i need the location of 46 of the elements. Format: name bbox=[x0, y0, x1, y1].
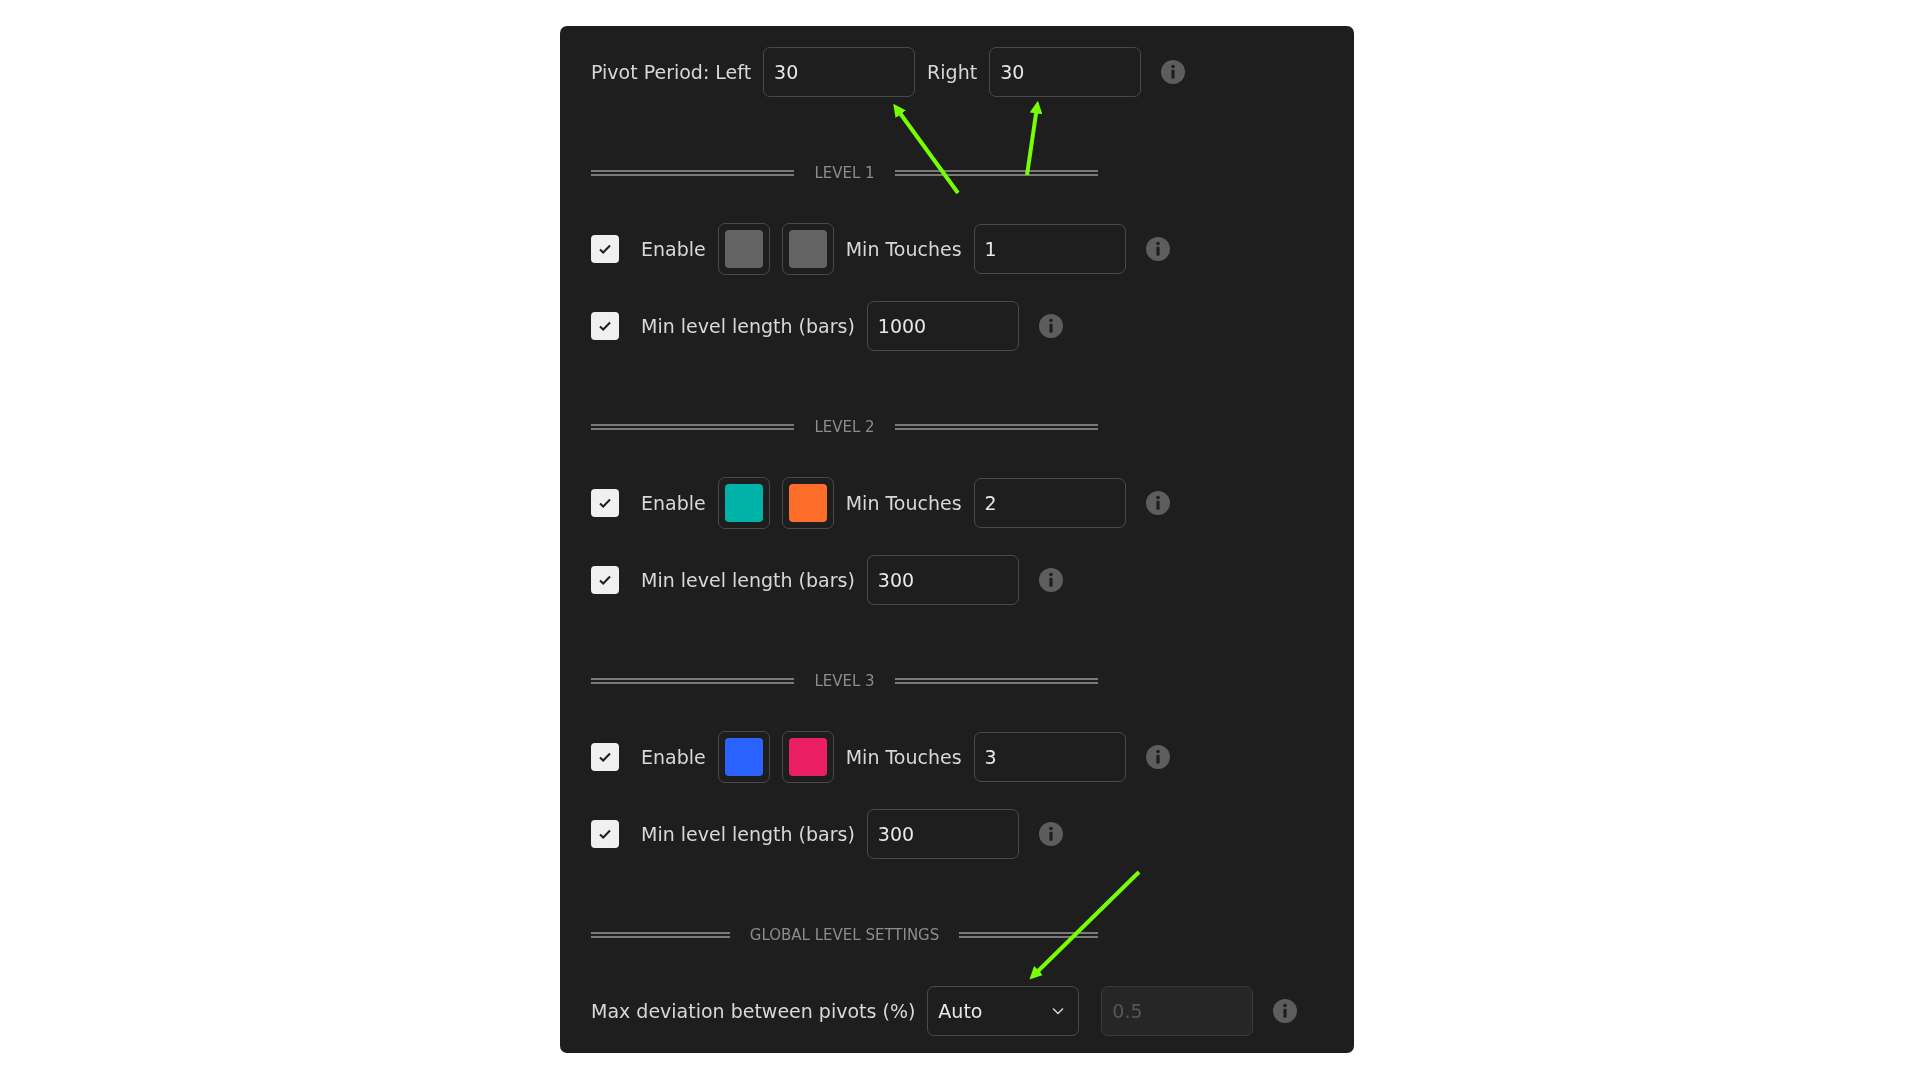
mode-dropdown[interactable]: Auto bbox=[927, 986, 1080, 1036]
checkbox[interactable] bbox=[591, 489, 619, 517]
section-heading: GLOBAL LEVEL SETTINGS bbox=[749, 926, 940, 944]
color-swatch-button[interactable] bbox=[717, 477, 770, 529]
section-heading: LEVEL 3 bbox=[814, 672, 875, 690]
min-touches-label: Min Touches bbox=[845, 492, 962, 514]
checkbox[interactable] bbox=[591, 566, 619, 594]
color-swatch-button[interactable] bbox=[717, 223, 770, 275]
info-icon[interactable] bbox=[1273, 999, 1298, 1023]
pivot-right-input[interactable]: 30 bbox=[989, 47, 1142, 97]
enable-label: Enable bbox=[641, 746, 706, 768]
info-icon[interactable] bbox=[1038, 822, 1063, 846]
min-level-length-label: Min level length (bars) bbox=[641, 315, 855, 337]
min-level-length-input[interactable]: 1000 bbox=[866, 301, 1019, 351]
pivot-left-input[interactable]: 30 bbox=[763, 47, 916, 97]
info-icon[interactable] bbox=[1038, 568, 1063, 592]
checkbox[interactable] bbox=[591, 235, 619, 263]
pivot-right-label: Right bbox=[927, 61, 978, 83]
min-level-length-label: Min level length (bars) bbox=[641, 823, 855, 845]
section-heading: LEVEL 2 bbox=[814, 418, 875, 436]
min-level-length-input[interactable]: 300 bbox=[866, 809, 1019, 859]
min-level-length-input[interactable]: 300 bbox=[866, 555, 1019, 605]
checkbox[interactable] bbox=[591, 820, 619, 848]
color-swatch-button[interactable] bbox=[781, 731, 834, 783]
min-touches-label: Min Touches bbox=[845, 238, 962, 260]
min-touches-input[interactable]: 1 bbox=[973, 224, 1126, 274]
min-touches-label: Min Touches bbox=[845, 746, 962, 768]
caret-icon bbox=[1052, 1007, 1065, 1015]
checkbox[interactable] bbox=[591, 743, 619, 771]
pivot-left-label: Pivot Period: Left bbox=[591, 61, 752, 83]
color-swatch-button[interactable] bbox=[717, 731, 770, 783]
enable-label: Enable bbox=[641, 492, 706, 514]
checkbox[interactable] bbox=[591, 312, 619, 340]
info-icon[interactable] bbox=[1145, 745, 1170, 769]
enable-label: Enable bbox=[641, 238, 706, 260]
info-icon[interactable] bbox=[1038, 314, 1063, 338]
min-touches-input[interactable]: 3 bbox=[973, 732, 1126, 782]
section-heading: LEVEL 1 bbox=[814, 164, 875, 182]
color-swatch-button[interactable] bbox=[781, 477, 834, 529]
min-touches-input[interactable]: 2 bbox=[973, 478, 1126, 528]
color-swatch-button[interactable] bbox=[781, 223, 834, 275]
info-icon[interactable] bbox=[1145, 491, 1170, 515]
info-icon[interactable] bbox=[1145, 237, 1170, 261]
max-deviation-label: Max deviation between pivots (%) bbox=[591, 1000, 916, 1022]
info-icon[interactable] bbox=[1161, 60, 1186, 84]
min-level-length-label: Min level length (bars) bbox=[641, 569, 855, 591]
